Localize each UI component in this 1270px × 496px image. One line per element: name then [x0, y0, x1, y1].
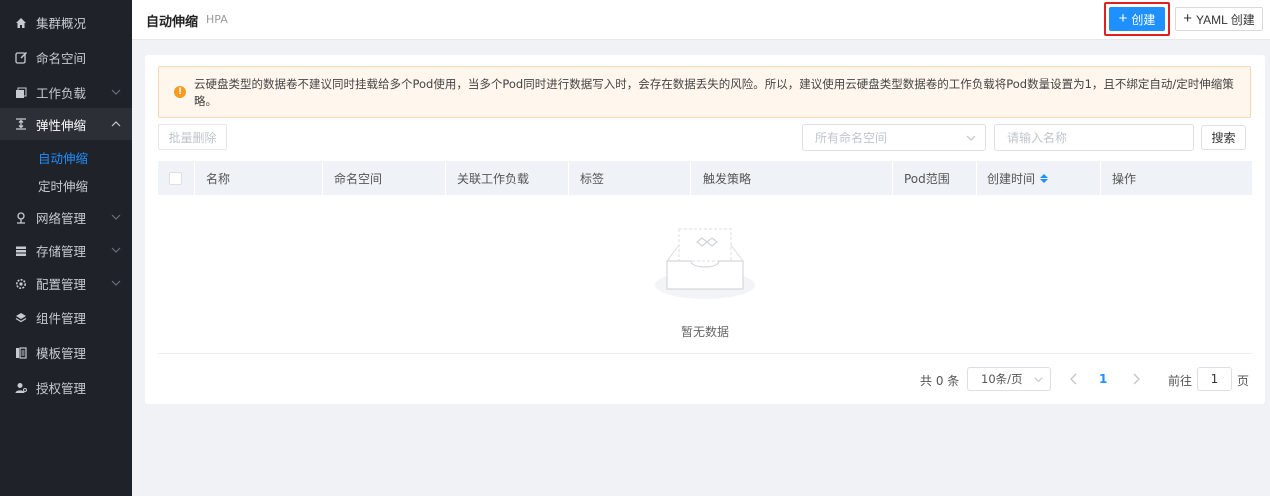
yaml-create-button-label: YAML 创建	[1196, 12, 1255, 27]
sidebar-item-label: 配置管理	[36, 277, 87, 292]
yaml-create-button[interactable]: + YAML 创建	[1175, 7, 1263, 31]
table-header: 名称 命名空间 关联工作负载 标签 触发策略 Pod范围 创建时间 操作	[158, 161, 1252, 195]
warning-alert: ! 云硬盘类型的数据卷不建议同时挂载给多个Pod使用，当多个Pod同时进行数据写…	[158, 66, 1251, 118]
sidebar-item-autoscaling[interactable]: 弹性伸缩	[0, 108, 132, 140]
column-divider	[690, 161, 691, 195]
sidebar-item-label: 命名空间	[36, 51, 87, 66]
storage-icon	[14, 244, 28, 258]
column-divider	[976, 161, 977, 195]
column-divider	[1100, 161, 1101, 195]
sidebar: 集群概况 命名空间 工作负载 弹性伸缩 自动伸缩 定时伸缩 网络管理 存储管理 …	[0, 0, 132, 496]
home-icon	[14, 16, 28, 30]
column-header-created-time[interactable]: 创建时间	[987, 161, 1049, 195]
search-button[interactable]: 搜索	[1201, 125, 1246, 150]
create-button-label: 创建	[1131, 12, 1156, 27]
page-title: 自动伸缩	[146, 15, 199, 30]
sidebar-item-components[interactable]: 组件管理	[0, 300, 132, 335]
column-divider	[892, 161, 893, 195]
table-bottom-divider	[158, 353, 1252, 354]
scale-icon	[14, 117, 28, 131]
sidebar-item-workload[interactable]: 工作负载	[0, 75, 132, 110]
sidebar-item-label: 弹性伸缩	[36, 117, 87, 133]
gear-icon	[14, 277, 28, 291]
chevron-down-icon	[110, 211, 122, 223]
warning-text: 云硬盘类型的数据卷不建议同时挂载给多个Pod使用，当多个Pod同时进行数据写入时…	[194, 77, 1234, 108]
chevron-up-icon	[110, 118, 122, 130]
column-header-workload[interactable]: 关联工作负载	[457, 161, 529, 195]
chevron-down-icon	[110, 86, 122, 98]
top-bar: 自动伸缩 HPA + 创建 + YAML 创建	[132, 0, 1270, 40]
chevron-down-icon	[1033, 374, 1044, 385]
column-divider	[568, 161, 569, 195]
sidebar-subitem-hpa[interactable]: 自动伸缩	[0, 143, 132, 171]
sidebar-item-label: 网络管理	[36, 211, 87, 226]
pagination-total: 共 0 条	[920, 374, 960, 388]
sidebar-item-label: 集群概况	[36, 16, 87, 31]
page-number-current[interactable]: 1	[1099, 372, 1107, 386]
column-header-trigger-policy[interactable]: 触发策略	[703, 161, 751, 195]
sidebar-item-templates[interactable]: 模板管理	[0, 335, 132, 370]
sidebar-subitem-cron[interactable]: 定时伸缩	[0, 171, 132, 199]
sidebar-item-label: 存储管理	[36, 244, 87, 259]
sidebar-item-label: 授权管理	[36, 381, 87, 396]
sidebar-item-label: 组件管理	[36, 311, 87, 326]
page-size-value: 10条/页	[981, 372, 1023, 386]
sidebar-item-authorization[interactable]: 授权管理	[0, 370, 132, 405]
next-page-button[interactable]	[1129, 369, 1143, 389]
chevron-right-icon	[1133, 373, 1140, 385]
column-header-pod-range[interactable]: Pod范围	[904, 161, 950, 195]
plus-icon: +	[1183, 10, 1193, 27]
sidebar-item-storage[interactable]: 存储管理	[0, 233, 132, 268]
sidebar-item-label: 模板管理	[36, 346, 87, 361]
warning-icon: !	[174, 86, 186, 98]
template-icon	[14, 346, 28, 360]
column-header-name[interactable]: 名称	[206, 161, 230, 195]
sidebar-item-network[interactable]: 网络管理	[0, 200, 132, 235]
plus-icon: +	[1118, 10, 1128, 27]
chevron-down-icon	[110, 277, 122, 289]
goto-label: 前往	[1168, 374, 1193, 388]
namespace-select[interactable]: 所有命名空间	[802, 124, 986, 151]
prev-page-button[interactable]	[1067, 369, 1081, 389]
cube-icon	[14, 86, 28, 100]
name-search-input[interactable]	[994, 124, 1194, 151]
sort-icon[interactable]	[1040, 173, 1049, 183]
sidebar-item-config[interactable]: 配置管理	[0, 266, 132, 301]
namespace-select-placeholder: 所有命名空间	[815, 131, 888, 145]
content-card: ! 云硬盘类型的数据卷不建议同时挂载给多个Pod使用，当多个Pod同时进行数据写…	[145, 55, 1265, 404]
user-key-icon	[14, 381, 28, 395]
sidebar-item-label: 工作负载	[36, 86, 87, 101]
empty-box-icon	[653, 219, 757, 307]
sidebar-item-namespace[interactable]: 命名空间	[0, 40, 132, 75]
chevron-down-icon	[965, 132, 977, 144]
create-button-highlight: + 创建	[1104, 2, 1170, 36]
column-header-actions: 操作	[1112, 171, 1137, 186]
goto-page-input[interactable]	[1197, 367, 1232, 391]
created-time-label: 创建时间	[987, 171, 1036, 186]
column-divider	[194, 161, 195, 195]
column-divider	[445, 161, 446, 195]
page-subtitle: HPA	[206, 13, 228, 26]
layers-icon	[14, 311, 28, 325]
select-all-checkbox[interactable]	[169, 172, 182, 185]
chevron-down-icon	[110, 244, 122, 256]
create-button[interactable]: + 创建	[1109, 7, 1165, 31]
network-icon	[14, 211, 28, 225]
column-header-labels[interactable]: 标签	[580, 161, 604, 195]
page-size-select[interactable]: 10条/页	[967, 367, 1051, 391]
sidebar-item-cluster-overview[interactable]: 集群概况	[0, 5, 132, 40]
column-header-namespace[interactable]: 命名空间	[334, 161, 382, 195]
empty-state-text: 暂无数据	[681, 325, 730, 339]
edit-icon	[14, 51, 28, 65]
batch-delete-button[interactable]: 批量删除	[158, 124, 227, 150]
chevron-left-icon	[1070, 373, 1077, 385]
column-divider	[322, 161, 323, 195]
page-suffix-label: 页	[1237, 374, 1250, 388]
